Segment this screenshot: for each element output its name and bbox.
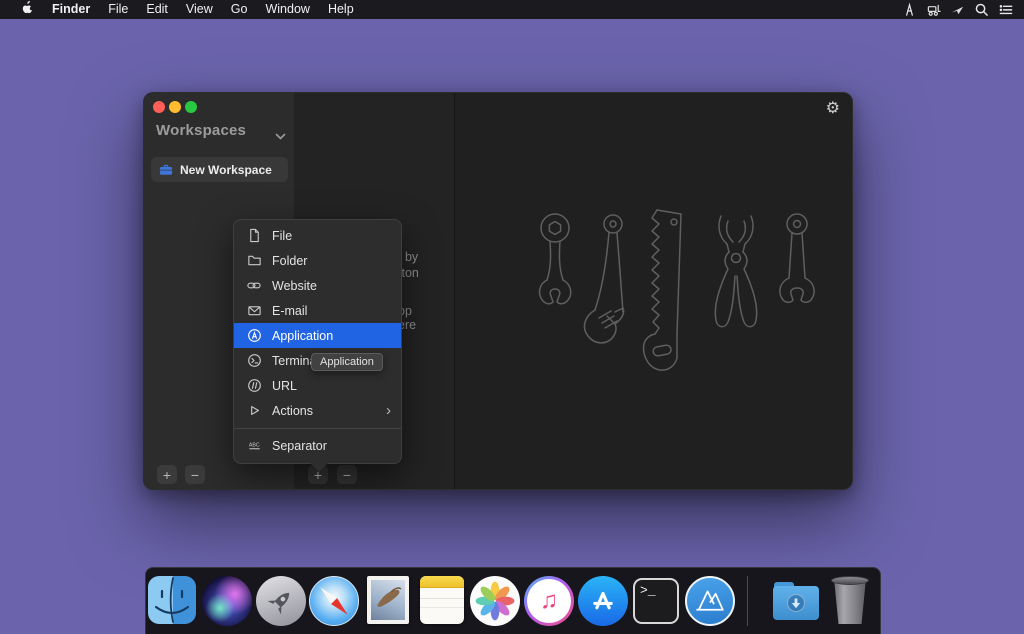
status-forklift-icon[interactable] — [925, 1, 942, 18]
dock-terminal-icon[interactable]: >_ — [631, 576, 681, 626]
link-icon — [246, 278, 262, 294]
status-tool-icon[interactable] — [901, 1, 918, 18]
terminal-icon — [246, 353, 262, 369]
dock-launchpad-icon[interactable] — [256, 576, 306, 626]
dock-workspaces-app-icon[interactable] — [685, 576, 735, 626]
apple-menu[interactable] — [12, 0, 43, 20]
dock-divider — [747, 576, 748, 626]
gear-icon[interactable]: ⚙ — [826, 98, 840, 118]
menu-bar: Finder File Edit View Go Window Help — [0, 0, 1024, 19]
menu-item-file[interactable]: File — [234, 223, 401, 248]
add-workspace-button[interactable]: + — [157, 465, 177, 484]
notification-center-icon[interactable] — [997, 1, 1014, 18]
svg-text:ABC: ABC — [248, 442, 259, 448]
menu-item-application[interactable]: Application — [234, 323, 401, 348]
menu-item-folder[interactable]: Folder — [234, 248, 401, 273]
zoom-traffic-light[interactable] — [185, 101, 197, 113]
sidebar-item-label: New Workspace — [180, 163, 272, 177]
dock-mail-icon[interactable] — [363, 576, 413, 626]
dock-safari-icon[interactable] — [309, 576, 359, 626]
remove-item-button[interactable]: − — [337, 465, 357, 484]
menu-item-label: Actions — [272, 404, 376, 418]
status-pointer-icon[interactable] — [949, 1, 966, 18]
menu-view[interactable]: View — [177, 0, 222, 19]
tools-illustration — [525, 206, 825, 381]
tooltip: Application — [311, 353, 383, 371]
remove-workspace-button[interactable]: − — [185, 465, 205, 484]
menu-separator-line — [234, 428, 401, 429]
chevron-right-icon: › — [386, 403, 391, 418]
menu-item-url[interactable]: URL — [234, 373, 401, 398]
dock-music-icon[interactable]: ♫ — [524, 576, 574, 626]
url-icon — [246, 378, 262, 394]
chevron-down-icon[interactable] — [275, 128, 286, 146]
workspace-briefcase-icon — [159, 163, 173, 176]
file-icon — [246, 228, 262, 244]
close-traffic-light[interactable] — [153, 101, 165, 113]
menu-go[interactable]: Go — [222, 0, 257, 19]
menu-item-label: Folder — [272, 254, 391, 268]
folder-icon — [246, 253, 262, 269]
minimize-traffic-light[interactable] — [169, 101, 181, 113]
menu-help[interactable]: Help — [319, 0, 363, 19]
desktop: Finder File Edit View Go Window Help — [0, 0, 1024, 634]
actions-icon — [246, 403, 262, 419]
menu-item-website[interactable]: Website — [234, 273, 401, 298]
add-item-popover-menu: File Folder Website E-mail Application T… — [233, 219, 402, 464]
sidebar-item-new-workspace[interactable]: New Workspace — [151, 157, 288, 182]
separator-icon: ABC — [246, 438, 262, 454]
sidebar-title: Workspaces — [156, 122, 246, 139]
dock-photos-icon[interactable] — [470, 576, 520, 626]
menu-item-actions[interactable]: Actions › — [234, 398, 401, 423]
menu-item-label: Separator — [272, 439, 391, 453]
apple-icon — [21, 0, 34, 14]
menu-item-label: Website — [272, 279, 391, 293]
application-icon — [246, 328, 262, 344]
menu-edit[interactable]: Edit — [137, 0, 177, 19]
dock-app-store-icon[interactable] — [578, 576, 628, 626]
dock-siri-icon[interactable] — [202, 576, 252, 626]
detail-panel: ⚙ — [454, 93, 853, 489]
download-arrow-icon — [791, 598, 801, 609]
dock: ♫ >_ — [145, 567, 881, 634]
menu-item-label: E-mail — [272, 304, 391, 318]
dock-downloads-icon[interactable] — [771, 576, 821, 626]
menu-window[interactable]: Window — [256, 0, 318, 19]
menu-item-label: File — [272, 229, 391, 243]
menu-file[interactable]: File — [99, 0, 137, 19]
dock-trash-icon[interactable] — [825, 576, 875, 626]
envelope-icon — [246, 303, 262, 319]
workspaces-window: ⚙ — [143, 92, 853, 490]
menu-item-email[interactable]: E-mail — [234, 298, 401, 323]
menu-item-separator[interactable]: ABC Separator — [234, 433, 401, 458]
dock-finder-icon[interactable] — [148, 576, 198, 626]
menubar-app-name[interactable]: Finder — [43, 0, 99, 19]
menu-item-label: URL — [272, 379, 391, 393]
dock-notes-icon[interactable] — [417, 576, 467, 626]
music-note-glyph: ♫ — [540, 589, 558, 613]
spotlight-search-icon[interactable] — [973, 1, 990, 18]
menu-item-label: Application — [272, 329, 391, 343]
